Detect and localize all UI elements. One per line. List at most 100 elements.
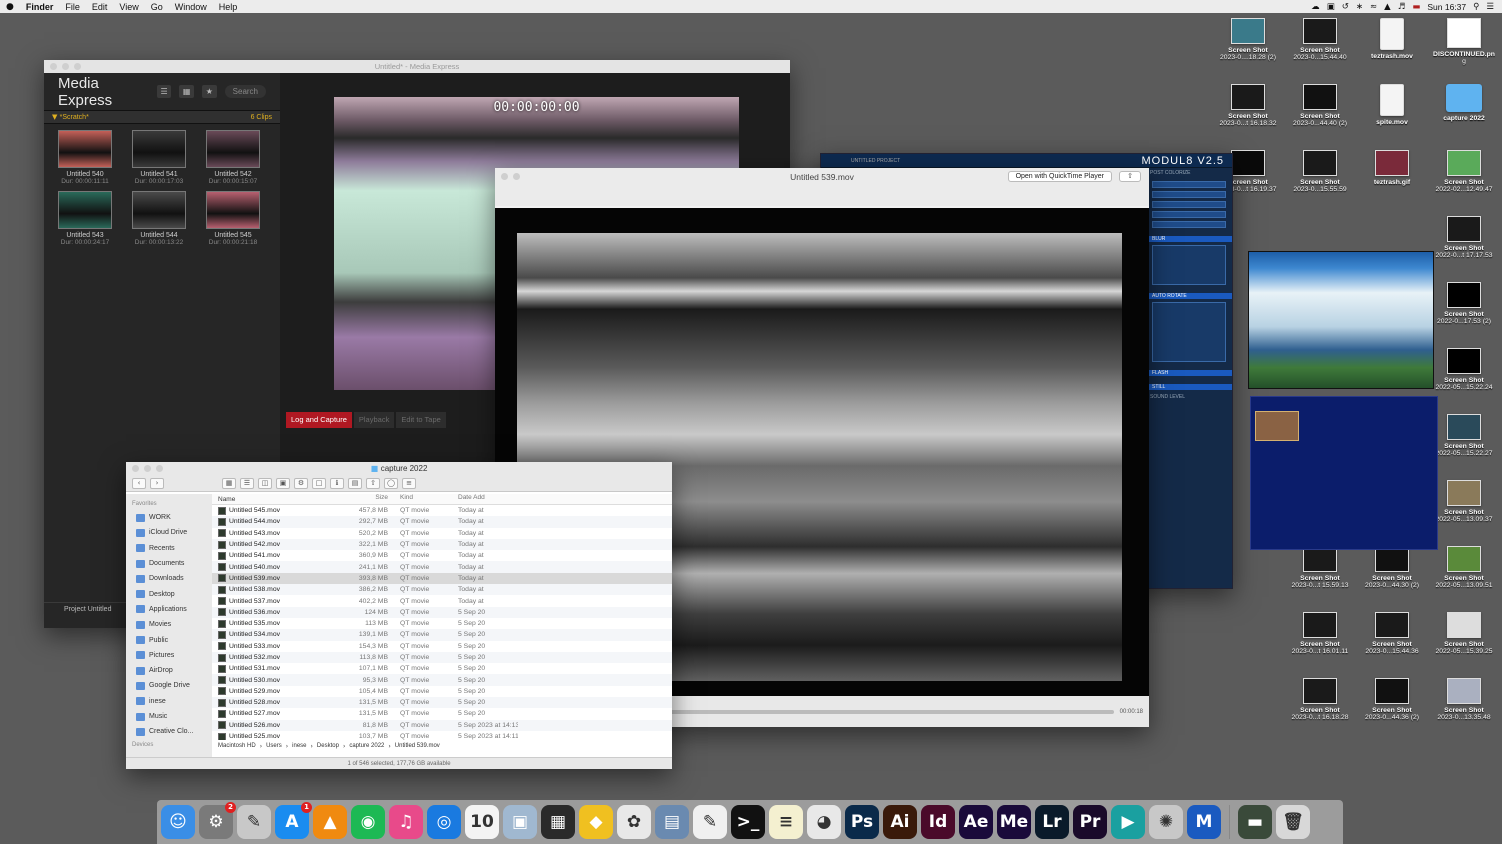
desktop-file-icon[interactable]: Screen Shot 2023-0...15.44.40 bbox=[1282, 18, 1358, 61]
sidebar-item-music[interactable]: Music bbox=[126, 709, 212, 724]
sidebar-item-google-drive[interactable]: Google Drive bbox=[126, 678, 212, 693]
desktop-file-icon[interactable]: Screen Shot 2022-05...15.39.25 bbox=[1426, 612, 1502, 655]
close-button[interactable] bbox=[501, 173, 508, 180]
clip-item[interactable]: Untitled 541 Dur: 00:00:17:03 bbox=[122, 130, 196, 185]
cyberduck-icon[interactable]: ◆ bbox=[579, 805, 613, 839]
clip-thumbnail[interactable] bbox=[132, 191, 186, 229]
table-row[interactable]: Untitled 535.mov 113 MB QT movie 5 Sep 20 bbox=[212, 618, 672, 629]
calendar-icon[interactable]: 10 bbox=[465, 805, 499, 839]
modul8-icon[interactable]: M bbox=[1187, 805, 1221, 839]
preview-icon[interactable]: ▣ bbox=[503, 805, 537, 839]
desktop-file-icon[interactable]: Screen Shot 2023-0...13.35.48 bbox=[1426, 678, 1502, 721]
volume-icon[interactable]: ♬ bbox=[1398, 2, 1406, 12]
forward-button[interactable]: › bbox=[150, 477, 164, 489]
list-view-icon[interactable]: ☰ bbox=[156, 85, 172, 98]
input-flag-icon[interactable]: ▬ bbox=[1412, 2, 1420, 12]
sidebar-item-downloads[interactable]: Downloads bbox=[126, 571, 212, 586]
desktop-file-icon[interactable]: Screen Shot 2022-0...t 17.17.53 bbox=[1426, 216, 1502, 259]
image-capture-icon[interactable]: ▤ bbox=[655, 805, 689, 839]
creative-cloud-icon[interactable]: ☁ bbox=[1311, 2, 1320, 12]
table-row[interactable]: Untitled 536.mov 124 MB QT movie 5 Sep 20 bbox=[212, 606, 672, 618]
bin-header[interactable]: ▼ *Scratch* 6 Clips bbox=[44, 110, 280, 124]
list-view-button[interactable]: ☰ bbox=[240, 477, 254, 489]
color-slider[interactable] bbox=[1152, 181, 1226, 188]
color-slider[interactable] bbox=[1152, 211, 1226, 218]
desktop-file-icon[interactable]: Screen Shot 2023-0...t 16.01.11 bbox=[1282, 612, 1358, 655]
desktop-file-icon[interactable]: capture 2022 bbox=[1426, 84, 1502, 122]
desktop-file-icon[interactable]: Screen Shot 2023-0...15.44.36 bbox=[1354, 612, 1430, 655]
sidebar-item-recents[interactable]: Recents bbox=[126, 541, 212, 556]
column-kind[interactable]: Kind bbox=[388, 494, 458, 504]
table-row[interactable]: Untitled 531.mov 107,1 MB QT movie 5 Sep 20 bbox=[212, 663, 672, 674]
claquette-icon[interactable]: ▦ bbox=[541, 805, 575, 839]
fullscreen-button[interactable] bbox=[513, 173, 520, 180]
new-folder-icon[interactable]: □ bbox=[312, 477, 326, 489]
photoshop-icon[interactable]: Ps bbox=[845, 805, 879, 839]
desktop-file-icon[interactable]: teztrash.mov bbox=[1354, 18, 1430, 60]
table-row[interactable]: Untitled 529.mov 105,4 MB QT movie 5 Sep 20 bbox=[212, 686, 672, 697]
back-button[interactable]: ‹ bbox=[132, 477, 146, 489]
open-with-quicktime-button[interactable]: Open with QuickTime Player bbox=[1007, 171, 1112, 182]
safari-icon[interactable]: ◎ bbox=[427, 805, 461, 839]
desktop-file-icon[interactable]: Screen Shot 2022-05...13.09.51 bbox=[1426, 546, 1502, 589]
table-row[interactable]: Untitled 545.mov 457,8 MB QT movie Today at bbox=[212, 505, 672, 516]
path-item[interactable]: Untitled 539.mov bbox=[395, 743, 440, 753]
table-row[interactable]: Untitled 526.mov 81,8 MB QT movie 5 Sep 202… bbox=[212, 719, 672, 731]
table-row[interactable]: Untitled 541.mov 360,9 MB QT movie Today at bbox=[212, 550, 672, 561]
table-row[interactable]: Untitled 543.mov 520,2 MB QT movie Today at bbox=[212, 528, 672, 539]
vlc-icon[interactable]: ▲ bbox=[313, 805, 347, 839]
menu-help[interactable]: Help bbox=[213, 2, 244, 12]
premiere-icon[interactable]: Pr bbox=[1073, 805, 1107, 839]
menu-file[interactable]: File bbox=[59, 2, 86, 12]
clock[interactable]: Sun 16:37 bbox=[1427, 2, 1466, 12]
table-row[interactable]: Untitled 537.mov 402,2 MB QT movie Today at bbox=[212, 595, 672, 606]
table-row[interactable]: Untitled 527.mov 131,5 MB QT movie 5 Sep 20 bbox=[212, 708, 672, 719]
rotate-slider[interactable] bbox=[1152, 302, 1226, 362]
color-slider[interactable] bbox=[1152, 201, 1226, 208]
disclosure-triangle-icon[interactable]: ▼ bbox=[52, 113, 60, 121]
close-button[interactable] bbox=[132, 465, 139, 472]
spotlight-icon[interactable]: ⚲ bbox=[1473, 2, 1479, 12]
color-slider[interactable] bbox=[1152, 191, 1226, 198]
path-item[interactable]: Macintosh HD bbox=[218, 743, 256, 753]
clip-thumbnail[interactable] bbox=[58, 191, 112, 229]
time-machine-icon[interactable]: ↺ bbox=[1342, 2, 1349, 12]
clip-item[interactable]: Untitled 540 Dur: 00:00:11:11 bbox=[48, 130, 122, 185]
zoom-button[interactable] bbox=[74, 63, 81, 70]
sidebar-item-airdrop[interactable]: AirDrop bbox=[126, 663, 212, 678]
table-row[interactable]: Untitled 525.mov 103,7 MB QT movie 5 Sep 20… bbox=[212, 731, 672, 740]
modul8-header[interactable]: UNTITLED PROJECT MODUL8 V2.5 bbox=[821, 154, 1232, 167]
desktop-file-icon[interactable]: Screen Shot 2023-0....18.28 (2) bbox=[1210, 18, 1286, 61]
desktop-file-icon[interactable]: Screen Shot 2023-0...44.36 (2) bbox=[1354, 678, 1430, 721]
apple-menu-icon[interactable]: ● bbox=[0, 2, 20, 12]
bus-screenshot-thumbnail[interactable] bbox=[1248, 251, 1434, 389]
action-gear-icon[interactable]: ⚙ bbox=[294, 477, 308, 489]
table-row[interactable]: Untitled 532.mov 113,8 MB QT movie 5 Sep 20 bbox=[212, 651, 672, 664]
section-blur[interactable]: BLUR bbox=[1146, 236, 1232, 242]
clip-item[interactable]: Untitled 542 Dur: 00:00:15:07 bbox=[196, 130, 270, 185]
sidebar-item-public[interactable]: Public bbox=[126, 632, 212, 647]
clip-item[interactable]: Untitled 543 Dur: 00:00:24:17 bbox=[48, 191, 122, 246]
minimize-button[interactable] bbox=[144, 465, 151, 472]
more-icon[interactable]: ≡ bbox=[402, 477, 416, 489]
tab-edit-to-tape[interactable]: Edit to Tape bbox=[396, 412, 446, 428]
indesign-icon[interactable]: Id bbox=[921, 805, 955, 839]
menu-go[interactable]: Go bbox=[145, 2, 169, 12]
tab-playback[interactable]: Playback bbox=[353, 412, 395, 428]
clip-thumbnail[interactable] bbox=[206, 191, 260, 229]
desktop-file-icon[interactable]: Screen Shot 2023-0...44.40 (2) bbox=[1282, 84, 1358, 127]
media-encoder-icon[interactable]: Me bbox=[997, 805, 1031, 839]
media-express-icon[interactable]: ▶ bbox=[1111, 805, 1145, 839]
menu-window[interactable]: Window bbox=[169, 2, 213, 12]
desktop-file-icon[interactable]: Screen Shot 2023-0...t 16.18.28 bbox=[1282, 678, 1358, 721]
spotify-icon[interactable]: ◉ bbox=[351, 805, 385, 839]
clip-thumbnail[interactable] bbox=[206, 130, 260, 168]
table-row[interactable]: Untitled 540.mov 241,1 MB QT movie Today at bbox=[212, 561, 672, 573]
sidebar-item-movies[interactable]: Movies bbox=[126, 617, 212, 632]
media-express-titlebar[interactable]: Untitled* - Media Express bbox=[44, 60, 790, 73]
menu-view[interactable]: View bbox=[113, 2, 144, 12]
clip-item[interactable]: Untitled 544 Dur: 00:00:13:22 bbox=[122, 191, 196, 246]
desktop-file-icon[interactable]: teztrash.gif bbox=[1354, 150, 1430, 186]
clip-thumbnail[interactable] bbox=[58, 130, 112, 168]
display-icon[interactable]: ▣ bbox=[1327, 2, 1335, 12]
